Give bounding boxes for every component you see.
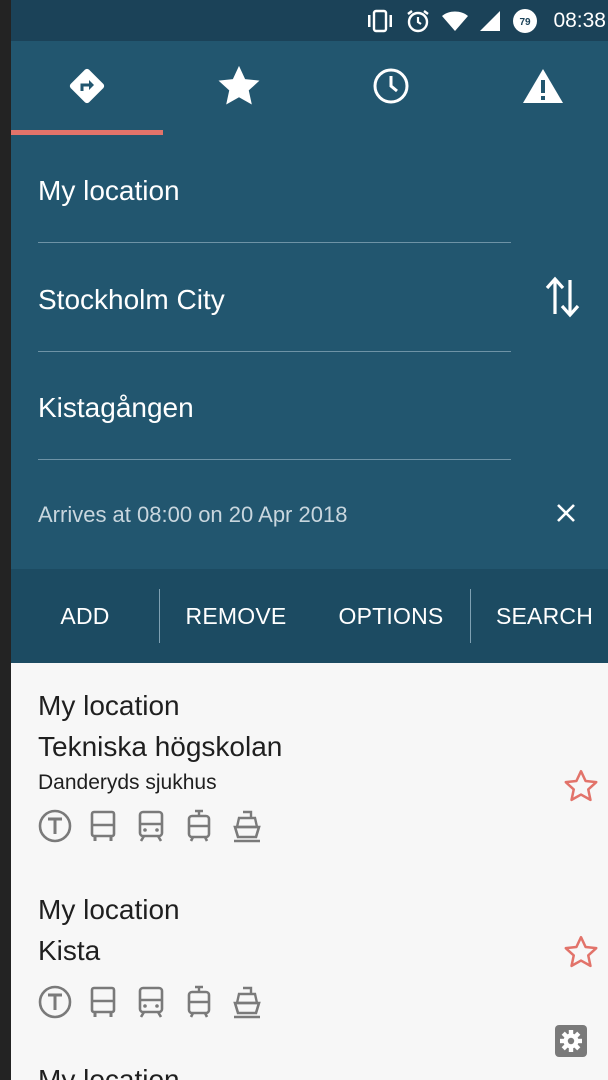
trip-planner-panel: My location Stockholm City Kistagången A… — [11, 41, 608, 569]
search-button[interactable]: SEARCH — [471, 569, 608, 663]
from-field[interactable]: My location — [38, 135, 511, 243]
train-icon — [134, 985, 168, 1019]
alarm-icon — [405, 8, 431, 34]
battery-icon: 79 — [511, 7, 539, 35]
favorite-star-button[interactable] — [563, 935, 599, 971]
swap-arrows-icon — [544, 274, 582, 325]
to-field[interactable]: Kistagången — [38, 352, 511, 460]
tab-history[interactable] — [315, 41, 467, 135]
clear-time-button[interactable] — [551, 498, 581, 532]
wifi-icon — [441, 9, 469, 33]
from-field-value: My location — [38, 174, 180, 206]
trip-settings-button[interactable] — [554, 1024, 588, 1058]
svg-text:79: 79 — [520, 17, 532, 28]
clock-time: 08:38 — [553, 8, 606, 32]
tab-favorites[interactable] — [163, 41, 315, 135]
transport-modes — [38, 809, 598, 843]
train-icon — [134, 809, 168, 843]
via-field[interactable]: Stockholm City — [38, 244, 511, 352]
saved-trips-list: My location Tekniska högskolan Danderyds… — [11, 663, 608, 1080]
trip-from: My location — [38, 690, 180, 721]
directions-icon — [68, 67, 106, 110]
star-icon — [216, 64, 262, 113]
favorite-star-button[interactable] — [563, 769, 599, 805]
trip-to: Kista — [38, 935, 101, 966]
via-field-value: Stockholm City — [38, 283, 225, 315]
trip-from: My location — [38, 1064, 180, 1080]
app-screen: 79 08:38 My location Stockholm City Kist… — [11, 0, 608, 1080]
tab-bar — [11, 41, 608, 135]
ferry-icon — [230, 809, 264, 843]
ferry-icon — [230, 985, 264, 1019]
bus-icon — [86, 985, 120, 1019]
clock-icon — [372, 67, 410, 110]
tab-directions[interactable] — [11, 41, 163, 135]
add-button[interactable]: ADD — [11, 569, 159, 663]
trip-from: My location — [38, 894, 180, 925]
signal-icon — [479, 10, 501, 32]
warning-icon — [522, 68, 564, 109]
tab-deviations[interactable] — [467, 41, 608, 135]
list-item[interactable]: My location — [38, 1059, 598, 1080]
swap-button[interactable] — [543, 274, 583, 324]
list-item[interactable]: My location Kista — [38, 889, 598, 1019]
trip-via: Danderyds sjukhus — [38, 771, 217, 794]
remove-button[interactable]: REMOVE — [160, 569, 312, 663]
bus-icon — [86, 809, 120, 843]
metro-icon — [38, 985, 72, 1019]
to-field-value: Kistagången — [38, 391, 194, 423]
status-icons: 79 08:38 — [365, 0, 606, 41]
transport-modes — [38, 985, 598, 1019]
list-item[interactable]: My location Tekniska högskolan Danderyds… — [38, 685, 598, 843]
metro-icon — [38, 809, 72, 843]
status-bar: 79 08:38 — [11, 0, 608, 41]
vibrate-icon — [365, 9, 395, 33]
tram-icon — [182, 985, 216, 1019]
tram-icon — [182, 809, 216, 843]
arrival-time-text[interactable]: Arrives at 08:00 on 20 Apr 2018 — [38, 502, 347, 528]
options-button[interactable]: OPTIONS — [312, 569, 470, 663]
trip-to: Tekniska högskolan — [38, 731, 283, 762]
action-bar: ADD REMOVE OPTIONS SEARCH — [11, 569, 608, 663]
close-icon — [556, 503, 576, 528]
